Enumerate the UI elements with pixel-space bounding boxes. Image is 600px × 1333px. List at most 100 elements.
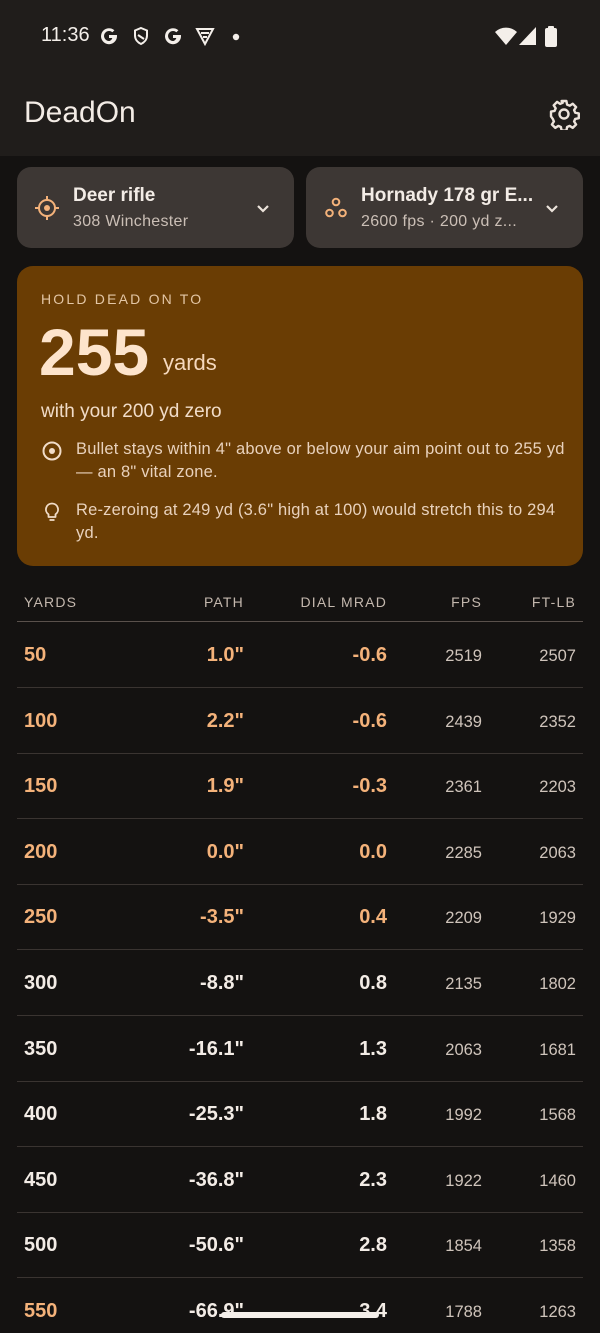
chevron-down-icon	[257, 205, 269, 213]
hold-distance: 255	[39, 315, 150, 389]
cell-dial: 0.4	[359, 906, 387, 928]
cell-fps: 1992	[445, 1106, 482, 1124]
rezero-tip-note: Re-zeroing at 249 yd (3.6" high at 100) …	[41, 499, 571, 547]
status-bar: 11:36	[0, 0, 600, 74]
gear-icon[interactable]	[548, 98, 580, 130]
table-row: 150 1.9" -0.3 2361 2203	[17, 753, 583, 819]
cell-path: 1.0"	[206, 644, 244, 666]
g-icon	[165, 28, 182, 45]
cell-ftlb: 1802	[539, 975, 576, 993]
lightbulb-icon	[45, 502, 59, 521]
vital-zone-note: Bullet stays within 4" above or below yo…	[41, 438, 571, 486]
cell-yards: 550	[24, 1300, 58, 1322]
cell-path: -25.3"	[188, 1103, 244, 1125]
header-fps: FPS	[451, 594, 482, 610]
g-icon	[101, 28, 118, 45]
cell-dial: -0.6	[352, 710, 387, 732]
cell-fps: 2209	[445, 909, 482, 927]
cell-path: 0.0"	[206, 841, 244, 863]
table-row: 400 -25.3" 1.8 1992 1568	[17, 1081, 583, 1147]
cell-fps: 1788	[445, 1303, 482, 1321]
cell-dial: -0.6	[352, 644, 387, 666]
hold-dead-on-card: HOLD DEAD ON TO 255 yards with your 200 …	[17, 266, 583, 566]
load-details: 2600 fps · 200 yd z...	[361, 213, 518, 230]
signal-icon	[519, 27, 536, 45]
table-row: 300 -8.8" 0.8 2135 1802	[17, 950, 583, 1016]
rezero-tip-text: Re-zeroing at 249 yd (3.6" high at 100) …	[76, 501, 556, 542]
cell-fps: 1922	[445, 1172, 482, 1190]
cell-yards: 350	[24, 1038, 58, 1060]
cell-ftlb: 2507	[539, 647, 576, 665]
cell-path: -8.8"	[200, 972, 244, 994]
rifle-selector[interactable]: Deer rifle 308 Winchester	[17, 167, 294, 248]
cell-ftlb: 1681	[539, 1041, 576, 1059]
cell-fps: 2285	[445, 844, 482, 862]
table-row: 550 -66.9" 3.4 1788 1263	[17, 1278, 583, 1333]
cell-dial: 0.8	[359, 972, 387, 994]
header-yards: YARDS	[24, 594, 78, 610]
cell-ftlb: 1568	[539, 1106, 576, 1124]
hold-eyebrow: HOLD DEAD ON TO	[41, 291, 204, 307]
cell-yards: 300	[24, 972, 58, 994]
cell-ftlb: 2063	[539, 844, 576, 862]
cell-path: 2.2"	[206, 710, 244, 732]
cell-path: -50.6"	[188, 1234, 244, 1256]
battery-icon	[545, 26, 557, 47]
cell-path: 1.9"	[206, 775, 244, 797]
table-row: 350 -16.1" 1.3 2063 1681	[17, 1016, 583, 1082]
app-title: DeadOn	[24, 96, 136, 129]
chevron-down-icon	[546, 205, 558, 213]
vital-zone-text: Bullet stays within 4" above or below yo…	[76, 440, 565, 481]
cell-yards: 50	[24, 644, 47, 666]
cell-fps: 2361	[445, 778, 482, 796]
cell-dial: 1.8	[359, 1103, 387, 1125]
cell-yards: 400	[24, 1103, 58, 1125]
table-row: 50 1.0" -0.6 2519 2507	[17, 622, 583, 688]
cell-ftlb: 2352	[539, 713, 576, 731]
cell-fps: 2439	[445, 713, 482, 731]
table-row: 250 -3.5" 0.4 2209 1929	[17, 884, 583, 950]
header-ftlb: FT-LB	[531, 594, 576, 610]
cell-path: -36.8"	[188, 1169, 244, 1191]
home-indicator[interactable]	[221, 1312, 379, 1318]
hold-unit: yards	[163, 350, 217, 375]
cell-ftlb: 1460	[539, 1172, 576, 1190]
table-header: YARDS PATH DIAL MRAD FPS FT-LB	[17, 586, 583, 622]
app-bar: DeadOn	[0, 74, 600, 156]
cell-yards: 150	[24, 775, 58, 797]
shield-icon	[134, 26, 148, 46]
cell-yards: 100	[24, 710, 58, 732]
header-path: PATH	[203, 594, 244, 610]
load-name: Hornady 178 gr E...	[361, 185, 534, 206]
cell-fps: 2519	[445, 647, 482, 665]
table-row: 200 0.0" 0.0 2285 2063	[17, 819, 583, 885]
cell-path: -16.1"	[188, 1038, 244, 1060]
cell-ftlb: 1929	[539, 909, 576, 927]
cell-yards: 250	[24, 906, 58, 928]
cell-fps: 2135	[445, 975, 482, 993]
cell-fps: 2063	[445, 1041, 482, 1059]
cell-ftlb: 2203	[539, 778, 576, 796]
cell-yards: 450	[24, 1169, 58, 1191]
zero-subtitle: with your 200 yd zero	[41, 401, 222, 422]
rifle-caliber: 308 Winchester	[73, 213, 189, 230]
cell-ftlb: 1263	[539, 1303, 576, 1321]
target-icon	[42, 441, 62, 461]
cell-dial: -0.3	[352, 775, 387, 797]
table-row: 100 2.2" -0.6 2439 2352	[17, 688, 583, 754]
cell-fps: 1854	[445, 1237, 482, 1255]
vpn-icon	[195, 28, 215, 46]
cell-dial: 2.8	[359, 1234, 387, 1256]
cell-yards: 500	[24, 1234, 58, 1256]
cell-path: -3.5"	[200, 906, 244, 928]
cell-dial: 1.3	[359, 1038, 387, 1060]
table-row: 500 -50.6" 2.8 1854 1358	[17, 1212, 583, 1278]
header-dial: DIAL MRAD	[300, 594, 387, 610]
wifi-icon	[495, 27, 517, 45]
table-row: 450 -36.8" 2.3 1922 1460	[17, 1147, 583, 1213]
cell-dial: 0.0	[359, 841, 387, 863]
crosshair-icon	[35, 196, 59, 220]
load-selector[interactable]: Hornady 178 gr E... 2600 fps · 200 yd z.…	[306, 167, 583, 248]
cell-yards: 200	[24, 841, 58, 863]
dot-icon	[232, 33, 240, 41]
